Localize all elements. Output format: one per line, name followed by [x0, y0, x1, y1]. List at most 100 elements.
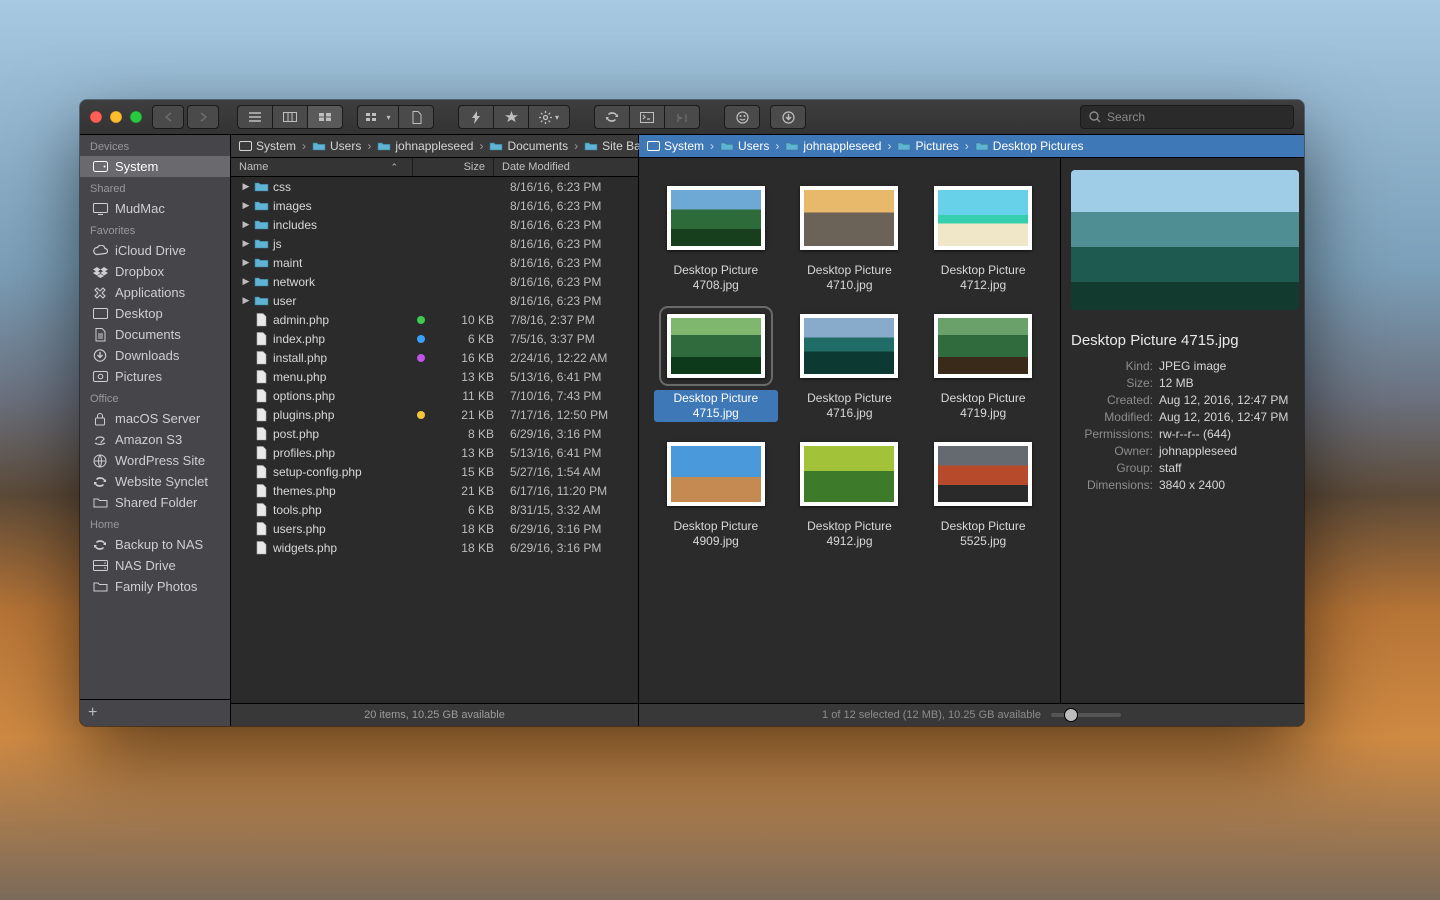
sidebar-item-dropbox[interactable]: Dropbox: [80, 261, 230, 282]
sidebar-item-downloads[interactable]: Downloads: [80, 345, 230, 366]
back-button[interactable]: [152, 105, 184, 129]
left-path-bar[interactable]: System›Users›johnappleseed›Documents›Sit…: [231, 135, 638, 158]
file-name: includes: [269, 218, 412, 232]
table-row[interactable]: post.php8 KB6/29/16, 3:16 PM: [231, 424, 638, 443]
path-segment[interactable]: Users: [720, 139, 769, 153]
path-segment[interactable]: Documents: [489, 139, 568, 153]
sync-icon[interactable]: [594, 105, 629, 129]
sidebar-item-backup-to-nas[interactable]: Backup to NAS: [80, 534, 230, 555]
path-segment[interactable]: Desktop Pictures: [975, 139, 1084, 153]
sidebar-item-applications[interactable]: Applications: [80, 282, 230, 303]
thumbnail-item[interactable]: Desktop Picture 4708.jpg: [654, 186, 778, 294]
sidebar-group-header: Devices: [80, 135, 230, 156]
col-date[interactable]: Date Modified: [494, 158, 638, 176]
add-location-button[interactable]: +: [80, 699, 230, 726]
thumbnail-item[interactable]: Desktop Picture 4719.jpg: [921, 314, 1045, 422]
folder-icon: [253, 295, 269, 306]
downloads-icon: [92, 349, 108, 362]
forward-button[interactable]: [187, 105, 219, 129]
path-segment[interactable]: Pictures: [897, 139, 958, 153]
table-row[interactable]: themes.php21 KB6/17/16, 11:20 PM: [231, 481, 638, 500]
thumbnail-label: Desktop Picture 4715.jpg: [654, 390, 778, 422]
table-row[interactable]: plugins.php21 KB7/17/16, 12:50 PM: [231, 405, 638, 424]
table-row[interactable]: ▶network8/16/16, 6:23 PM: [231, 272, 638, 291]
disclosure-triangle-icon[interactable]: ▶: [239, 295, 253, 306]
arrange-button[interactable]: ▾: [357, 105, 398, 129]
sidebar-item-family-photos[interactable]: Family Photos: [80, 576, 230, 597]
favorite-icon[interactable]: [493, 105, 528, 129]
sidebar-item-documents[interactable]: Documents: [80, 324, 230, 345]
file-date: 5/13/16, 6:41 PM: [502, 370, 638, 384]
table-row[interactable]: ▶maint8/16/16, 6:23 PM: [231, 253, 638, 272]
search-icon: [1089, 111, 1101, 123]
table-row[interactable]: profiles.php13 KB5/13/16, 6:41 PM: [231, 443, 638, 462]
sidebar-item-pictures[interactable]: Pictures: [80, 366, 230, 387]
thumbnail-item[interactable]: Desktop Picture 4912.jpg: [787, 442, 911, 550]
zoom-button[interactable]: [130, 111, 142, 123]
table-row[interactable]: options.php11 KB7/10/16, 7:43 PM: [231, 386, 638, 405]
search-input[interactable]: Search: [1080, 105, 1294, 129]
table-row[interactable]: menu.php13 KB5/13/16, 6:41 PM: [231, 367, 638, 386]
emoji-icon[interactable]: [724, 105, 760, 129]
right-path-bar[interactable]: System›Users›johnappleseed›Pictures›Desk…: [639, 135, 1304, 158]
table-row[interactable]: ▶css8/16/16, 6:23 PM: [231, 177, 638, 196]
view-columns-icon[interactable]: [272, 105, 307, 129]
thumbnail-size-slider[interactable]: [1051, 713, 1121, 717]
table-row[interactable]: widgets.php18 KB6/29/16, 3:16 PM: [231, 538, 638, 557]
disclosure-triangle-icon[interactable]: ▶: [239, 219, 253, 230]
gear-icon[interactable]: ▾: [528, 105, 570, 129]
thumbnail-item[interactable]: Desktop Picture 4909.jpg: [654, 442, 778, 550]
view-list-icon[interactable]: [237, 105, 272, 129]
sidebar-item-macos-server[interactable]: macOS Server: [80, 408, 230, 429]
table-row[interactable]: users.php18 KB6/29/16, 3:16 PM: [231, 519, 638, 538]
table-row[interactable]: ▶js8/16/16, 6:23 PM: [231, 234, 638, 253]
table-row[interactable]: ▶includes8/16/16, 6:23 PM: [231, 215, 638, 234]
path-segment[interactable]: johnappleseed: [377, 139, 473, 153]
sidebar-item-website-synclet[interactable]: Website Synclet: [80, 471, 230, 492]
close-button[interactable]: [90, 111, 102, 123]
view-icons-icon[interactable]: [307, 105, 343, 129]
path-segment[interactable]: System: [239, 139, 296, 153]
sidebar-item-shared-folder[interactable]: Shared Folder: [80, 492, 230, 513]
sidebar-item-icloud-drive[interactable]: iCloud Drive: [80, 240, 230, 261]
thumbnail-item[interactable]: Desktop Picture 4710.jpg: [787, 186, 911, 294]
disclosure-triangle-icon[interactable]: ▶: [239, 276, 253, 287]
disclosure-triangle-icon[interactable]: ▶: [239, 257, 253, 268]
sidebar-item-desktop[interactable]: Desktop: [80, 303, 230, 324]
quick-action-icon[interactable]: [458, 105, 493, 129]
table-row[interactable]: tools.php6 KB8/31/15, 3:32 AM: [231, 500, 638, 519]
table-row[interactable]: admin.php10 KB7/8/16, 2:37 PM: [231, 310, 638, 329]
sidebar-item-amazon-s3[interactable]: Amazon S3: [80, 429, 230, 450]
thumbnail-item[interactable]: Desktop Picture 4716.jpg: [787, 314, 911, 422]
download-icon[interactable]: [770, 105, 806, 129]
chevron-right-icon: ›: [885, 139, 893, 153]
table-row[interactable]: setup-config.php15 KB5/27/16, 1:54 AM: [231, 462, 638, 481]
path-segment[interactable]: johnappleseed: [785, 139, 881, 153]
sidebar-item-mudmac[interactable]: MudMac: [80, 198, 230, 219]
new-document-icon[interactable]: [398, 105, 434, 129]
col-size[interactable]: Size: [413, 158, 494, 176]
table-row[interactable]: index.php6 KB7/5/16, 3:37 PM: [231, 329, 638, 348]
disclosure-triangle-icon[interactable]: ▶: [239, 238, 253, 249]
path-segment[interactable]: System: [647, 139, 704, 153]
thumbnail-item[interactable]: Desktop Picture 4712.jpg: [921, 186, 1045, 294]
minimize-button[interactable]: [110, 111, 122, 123]
table-row[interactable]: install.php16 KB2/24/16, 12:22 AM: [231, 348, 638, 367]
table-row[interactable]: ▶user8/16/16, 6:23 PM: [231, 291, 638, 310]
thumbnail-item[interactable]: Desktop Picture 4715.jpg: [654, 314, 778, 422]
path-segment[interactable]: Users: [312, 139, 361, 153]
sidebar-item-wordpress-site[interactable]: WordPress Site: [80, 450, 230, 471]
disclosure-triangle-icon[interactable]: ▶: [239, 200, 253, 211]
sidebar-item-label: WordPress Site: [115, 453, 205, 468]
sidebar-group-header: Office: [80, 387, 230, 408]
thumbnail-item[interactable]: Desktop Picture 5525.jpg: [921, 442, 1045, 550]
table-row[interactable]: ▶images8/16/16, 6:23 PM: [231, 196, 638, 215]
col-name[interactable]: Name⌃: [231, 158, 413, 176]
file-date: 7/8/16, 2:37 PM: [502, 313, 638, 327]
merge-icon[interactable]: [664, 105, 700, 129]
sidebar-item-nas-drive[interactable]: NAS Drive: [80, 555, 230, 576]
sidebar-item-system[interactable]: System: [80, 156, 230, 177]
disclosure-triangle-icon[interactable]: ▶: [239, 181, 253, 192]
terminal-icon[interactable]: [629, 105, 664, 129]
folder-icon: [584, 141, 598, 151]
